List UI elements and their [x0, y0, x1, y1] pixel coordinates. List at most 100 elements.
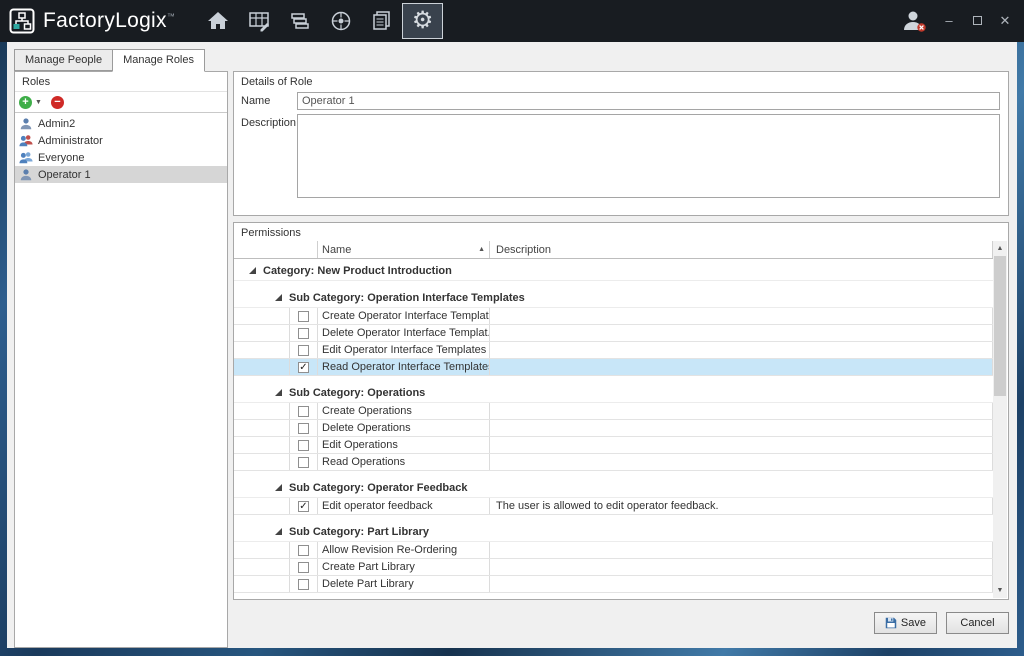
checkbox-cell [290, 454, 318, 470]
permission-row[interactable]: ✓Read Operator Interface Templates [234, 359, 993, 376]
permission-row[interactable]: Delete Part Library [234, 576, 993, 593]
permission-description [490, 308, 993, 324]
permission-checkbox[interactable] [298, 328, 309, 339]
permission-row[interactable]: Edit Operator Interface Templates [234, 342, 993, 359]
expander-icon[interactable] [274, 527, 283, 536]
permission-name: Create Operations [318, 403, 490, 419]
row-gutter [234, 498, 290, 514]
checkbox-cell [290, 420, 318, 436]
permission-row[interactable]: Create Operator Interface Templat... [234, 308, 993, 325]
permissions-scrollbar[interactable]: ▲ ▼ [993, 241, 1007, 598]
permission-row[interactable]: Edit Operations [234, 437, 993, 454]
scroll-up-icon[interactable]: ▲ [993, 241, 1007, 256]
subcategory-row[interactable]: Sub Category: Operator Feedback [234, 478, 993, 498]
group-label: Sub Category: Operator Feedback [289, 482, 468, 494]
permission-row[interactable]: Read Operations [234, 454, 993, 471]
permission-row[interactable]: Create Part Library [234, 559, 993, 576]
header-description-column[interactable]: Description [490, 241, 993, 258]
row-gutter [234, 437, 290, 453]
worksheet-edit-icon[interactable] [238, 3, 279, 39]
category-row[interactable]: Category: New Product Introduction [234, 261, 993, 281]
permission-name: Delete Operator Interface Templat... [318, 325, 490, 341]
titlebar: FactoryLogix™ [0, 0, 1024, 42]
disc-icon[interactable] [320, 3, 361, 39]
permission-name: Edit Operator Interface Templates [318, 342, 490, 358]
row-gutter [234, 308, 290, 324]
subcategory-row[interactable]: Sub Category: Operations [234, 383, 993, 403]
roles-panel: Roles + ▼ − Admin2AdministratorEveryoneO… [14, 71, 228, 648]
subcategory-row[interactable]: Sub Category: Operation Interface Templa… [234, 288, 993, 308]
permission-description [490, 542, 993, 558]
permission-checkbox[interactable] [298, 579, 309, 590]
save-button[interactable]: Save [874, 612, 937, 634]
checkbox-cell [290, 308, 318, 324]
minimize-icon[interactable]: – [942, 14, 956, 28]
row-gutter [234, 542, 290, 558]
remove-role-icon[interactable]: − [51, 96, 64, 109]
permission-row[interactable]: Delete Operations [234, 420, 993, 437]
row-gutter [234, 454, 290, 470]
close-icon[interactable]: ✕ [998, 14, 1012, 28]
permission-checkbox[interactable]: ✓ [298, 501, 309, 512]
permission-name: Edit Operations [318, 437, 490, 453]
permission-checkbox[interactable] [298, 545, 309, 556]
trademark-symbol: ™ [167, 12, 175, 21]
add-role-icon[interactable]: + [19, 96, 32, 109]
checkbox-cell: ✓ [290, 498, 318, 514]
expander-icon[interactable] [248, 266, 257, 275]
scroll-down-icon[interactable]: ▼ [993, 583, 1007, 598]
permission-row[interactable]: ✓Edit operator feedbackThe user is allow… [234, 498, 993, 515]
permissions-body: Category: New Product Introduction Sub Ca… [234, 259, 993, 599]
user-logout-icon[interactable] [900, 8, 928, 34]
permission-row[interactable]: Delete Operator Interface Templat... [234, 325, 993, 342]
users-admin-icon [19, 134, 33, 148]
stack-icon[interactable] [279, 3, 320, 39]
permission-description [490, 420, 993, 436]
user-icon [19, 168, 33, 182]
description-label: Description [241, 114, 297, 198]
group-label: Category: New Product Introduction [263, 265, 452, 277]
permission-row[interactable]: Allow Revision Re-Ordering [234, 542, 993, 559]
permission-checkbox[interactable] [298, 345, 309, 356]
group-label: Sub Category: Operations [289, 387, 425, 399]
home-icon[interactable] [197, 3, 238, 39]
gear-icon[interactable]: ⚙ [402, 3, 443, 39]
role-description-input[interactable] [297, 114, 1000, 198]
permission-description [490, 325, 993, 341]
role-item-administrator[interactable]: Administrator [15, 132, 227, 149]
add-role-dropdown-icon[interactable]: ▼ [35, 99, 42, 106]
permission-row[interactable]: Create Operations [234, 403, 993, 420]
cancel-button[interactable]: Cancel [946, 612, 1009, 634]
maximize-icon[interactable] [970, 14, 984, 28]
permission-checkbox[interactable] [298, 440, 309, 451]
role-item-everyone[interactable]: Everyone [15, 149, 227, 166]
permission-checkbox[interactable] [298, 457, 309, 468]
role-item-admin2[interactable]: Admin2 [15, 115, 227, 132]
tab-manage-people[interactable]: Manage People [14, 49, 113, 71]
role-item-operator-1[interactable]: Operator 1 [15, 166, 227, 183]
role-name: Everyone [38, 152, 84, 164]
permission-checkbox[interactable] [298, 311, 309, 322]
row-gutter [234, 403, 290, 419]
expander-icon[interactable] [274, 483, 283, 492]
permission-name: Read Operations [318, 454, 490, 470]
expander-icon[interactable] [274, 293, 283, 302]
permission-description [490, 559, 993, 575]
footer-actions: Save Cancel [874, 612, 1009, 634]
scrollbar-thumb[interactable] [994, 256, 1006, 396]
expander-icon[interactable] [274, 388, 283, 397]
permission-description [490, 454, 993, 470]
users-icon [19, 151, 33, 165]
tab-manage-roles[interactable]: Manage Roles [112, 49, 205, 72]
permission-checkbox[interactable] [298, 406, 309, 417]
permission-name: Delete Part Library [318, 576, 490, 592]
permission-checkbox[interactable]: ✓ [298, 362, 309, 373]
role-name-input[interactable] [297, 92, 1000, 110]
checkbox-cell [290, 342, 318, 358]
permission-checkbox[interactable] [298, 423, 309, 434]
documents-icon[interactable] [361, 3, 402, 39]
subcategory-row[interactable]: Sub Category: Part Library [234, 522, 993, 542]
header-name-column[interactable]: Name ▲ [318, 241, 490, 258]
permission-checkbox[interactable] [298, 562, 309, 573]
permission-name: Edit operator feedback [318, 498, 490, 514]
